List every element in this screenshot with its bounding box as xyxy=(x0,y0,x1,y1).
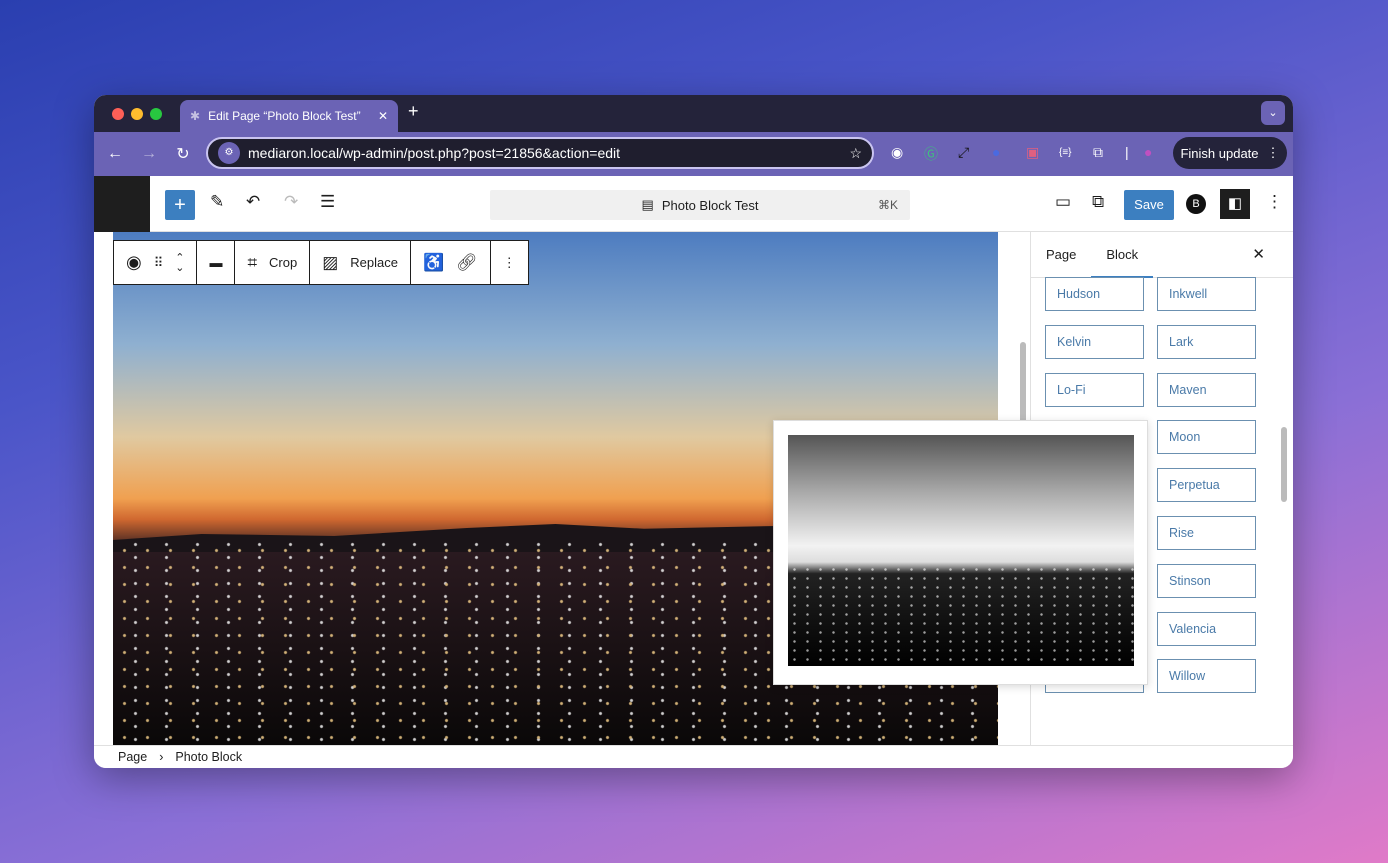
extension-icon[interactable]: ◉ xyxy=(891,144,903,161)
grammarly-icon[interactable]: Ⓖ xyxy=(924,144,938,164)
tab-page[interactable]: Page xyxy=(1031,232,1091,278)
site-settings-icon[interactable]: ⚙ xyxy=(218,142,240,164)
plugin-b-icon[interactable]: B xyxy=(1186,194,1206,214)
filter-preview-popover xyxy=(773,420,1148,685)
new-tab-button[interactable]: + xyxy=(408,101,419,122)
profile-avatar[interactable]: ● xyxy=(1144,144,1152,160)
preview-device-icon[interactable]: ▭ xyxy=(1055,192,1071,212)
add-block-button[interactable]: + xyxy=(165,190,195,220)
address-bar[interactable]: ⚙ mediaron.local/wp-admin/post.php?post=… xyxy=(206,137,874,169)
replace-button[interactable]: ▨ Replace xyxy=(310,241,411,284)
page-icon: ▤ xyxy=(641,197,654,212)
filter-preview-image xyxy=(788,435,1134,666)
filter-button[interactable]: Hudson xyxy=(1045,277,1144,311)
photo-block-icon[interactable]: ◉ xyxy=(126,252,142,273)
extension-icon[interactable]: ● xyxy=(992,144,1000,160)
back-button[interactable]: ← xyxy=(98,145,132,163)
tab-bar: ✱ Edit Page “Photo Block Test” ✕ + ⌄ xyxy=(94,95,1293,132)
expand-icon[interactable]: ⤢ xyxy=(958,144,969,161)
filter-button[interactable]: Lark xyxy=(1157,324,1256,359)
align-icon[interactable]: ▬ xyxy=(209,255,222,270)
wordpress-favicon-icon: ✱ xyxy=(190,109,201,123)
navigation-bar: ← → ↻ ⚙ mediaron.local/wp-admin/post.php… xyxy=(94,132,1293,176)
extensions-puzzle-icon[interactable]: ⧉ xyxy=(1093,144,1103,161)
close-window-button[interactable] xyxy=(112,108,124,120)
editor-header: + ✎ ↶ ↷ ☰ ▤ Photo Block Test ⌘K ▭ ⧉ Save… xyxy=(94,176,1293,232)
filter-button[interactable]: Valencia xyxy=(1157,611,1256,646)
close-sidebar-icon[interactable]: ✕ xyxy=(1252,245,1265,263)
link-icon[interactable]: 🔗︎ xyxy=(456,253,478,273)
settings-sidebar-toggle[interactable]: ◧ xyxy=(1220,189,1250,219)
reload-button[interactable]: ↻ xyxy=(166,144,200,164)
browser-tab[interactable]: ✱ Edit Page “Photo Block Test” ✕ xyxy=(180,100,398,132)
tab-search-button[interactable]: ⌄ xyxy=(1261,101,1285,125)
image-icon: ▨ xyxy=(322,252,339,272)
breadcrumb: Page › Photo Block xyxy=(94,745,1293,768)
maximize-window-button[interactable] xyxy=(150,108,162,120)
filter-button[interactable]: Perpetua xyxy=(1157,468,1256,503)
document-overview-icon[interactable]: ☰ xyxy=(320,192,335,212)
filter-button[interactable]: Rise xyxy=(1157,516,1256,550)
block-toolbar: ◉ ⠿ ⌃ ⌄ ▬ ⌗ Crop ▨ Replace ♿ 🔗︎ ⋮ xyxy=(113,240,529,285)
undo-icon[interactable]: ↶ xyxy=(246,192,260,212)
filter-button[interactable]: Moon xyxy=(1157,420,1256,455)
filter-button[interactable]: Stinson xyxy=(1157,563,1256,598)
save-button[interactable]: Save xyxy=(1124,190,1174,220)
filter-button[interactable]: Willow xyxy=(1157,659,1256,694)
divider: | xyxy=(1125,144,1129,160)
more-options-icon[interactable]: ⋮ xyxy=(503,255,516,271)
close-tab-icon[interactable]: ✕ xyxy=(378,109,388,123)
bookmark-star-icon[interactable]: ☆ xyxy=(849,145,862,162)
pencil-tools-icon[interactable]: ✎ xyxy=(210,192,224,212)
view-page-external-icon[interactable]: ⧉ xyxy=(1092,192,1104,212)
filter-button[interactable]: Maven xyxy=(1157,372,1256,407)
command-palette-button[interactable]: ▤ Photo Block Test ⌘K xyxy=(490,190,910,220)
more-menu-icon[interactable]: ⋮ xyxy=(1267,145,1280,161)
accessibility-icon[interactable]: ♿ xyxy=(423,253,444,273)
forward-button[interactable]: → xyxy=(132,145,166,163)
minimize-window-button[interactable] xyxy=(131,108,143,120)
breadcrumb-photo-block[interactable]: Photo Block xyxy=(175,750,242,764)
sidebar-scrollbar[interactable] xyxy=(1281,427,1287,502)
breadcrumb-page[interactable]: Page xyxy=(118,750,147,764)
options-menu-icon[interactable]: ⋮ xyxy=(1266,192,1283,212)
code-extension-icon[interactable]: {≡} xyxy=(1059,147,1072,158)
redo-icon[interactable]: ↷ xyxy=(284,192,298,212)
wordpress-logo[interactable] xyxy=(94,176,150,232)
filter-button[interactable]: Kelvin xyxy=(1045,324,1144,359)
tab-block[interactable]: Block xyxy=(1091,232,1153,278)
chevron-right-icon: › xyxy=(159,750,164,764)
finish-update-button[interactable]: Finish update ⋮ xyxy=(1173,137,1287,169)
crop-button[interactable]: ⌗ Crop xyxy=(235,241,311,284)
crop-extension-icon[interactable]: ▣ xyxy=(1026,144,1039,161)
drag-handle-icon[interactable]: ⠿ xyxy=(154,255,164,271)
move-up-down-icon[interactable]: ⌃ ⌄ xyxy=(175,252,184,273)
crop-icon: ⌗ xyxy=(247,252,258,272)
filter-button[interactable]: Inkwell xyxy=(1157,277,1256,311)
browser-window: ✱ Edit Page “Photo Block Test” ✕ + ⌄ ← →… xyxy=(94,95,1293,768)
filter-button[interactable]: Lo-Fi xyxy=(1045,372,1144,407)
